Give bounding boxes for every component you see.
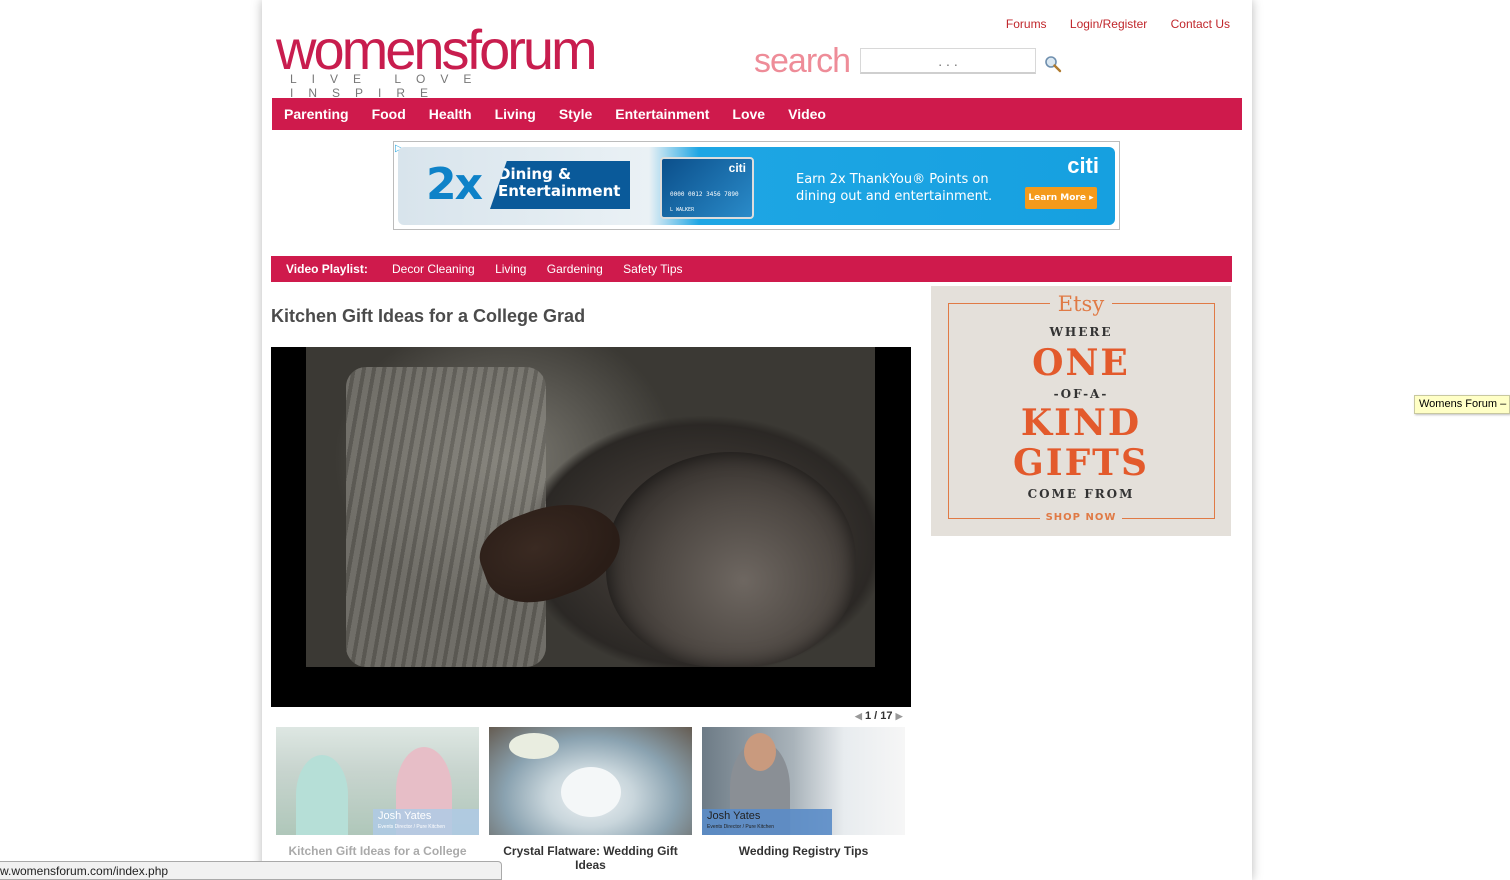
logo-wordmark: womensforum (276, 18, 598, 81)
logo-tagline: LIVE LOVE INSPIRE (290, 72, 487, 100)
thumbnail-caption: Kitchen Gift Ideas for a College (288, 844, 467, 858)
contact-us-link[interactable]: Contact Us (1171, 17, 1230, 31)
etsy-ad[interactable]: Etsy WHERE ONE -OF-A- KIND GIFTS COME FR… (931, 286, 1231, 536)
ad-copy-line2: dining out and entertainment. (796, 189, 993, 204)
credit-card-image: citi 0000 0012 3456 7890 L WALKER (660, 157, 754, 219)
video-pager: ◀ 1 / 17 ▶ (855, 710, 903, 722)
login-register-link[interactable]: Login/Register (1070, 17, 1147, 31)
thumbnail-image (489, 727, 692, 835)
learn-more-button[interactable]: Learn More ▸ (1025, 187, 1097, 209)
lower-third-name: Josh Yates (707, 810, 761, 822)
video-thumbnail-2[interactable]: Crystal Flatware: Wedding Gift Ideas (489, 727, 692, 872)
thumbnail-caption: Crystal Flatware: Wedding Gift Ideas (503, 844, 678, 872)
search-label: search (754, 42, 851, 80)
page-title: Kitchen Gift Ideas for a College Grad (271, 306, 586, 326)
video-frame (306, 347, 875, 667)
etsy-shop-now-button[interactable]: SHOP NOW (931, 512, 1231, 523)
nav-love[interactable]: Love (732, 98, 765, 130)
thumbnail-flowers (509, 733, 559, 759)
thumbnail-image: Josh Yates Events Director / Pure Kitche… (276, 727, 479, 835)
thumbnail-plate (561, 767, 621, 817)
citi-logo: citi (1067, 153, 1099, 178)
etsy-logo: Etsy (931, 292, 1231, 316)
video-playlist-bar: Video Playlist: Decor Cleaning Living Ga… (271, 256, 1232, 282)
prev-arrow-icon[interactable]: ◀ (855, 711, 862, 721)
video-bowl (606, 452, 856, 667)
main-nav: Parenting Food Health Living Style Enter… (272, 98, 1242, 130)
etsy-line-gifts: GIFTS (1013, 442, 1149, 484)
browser-status-bar: w.womensforum.com/index.php (0, 861, 502, 880)
playlist-items: Decor Cleaning Living Gardening Safety T… (392, 256, 700, 282)
nav-living[interactable]: Living (495, 98, 536, 130)
nav-parenting[interactable]: Parenting (284, 98, 349, 130)
thumbnail-lower-third: Josh Yates Events Director / Pure Kitche… (702, 809, 832, 835)
thumbnail-face (744, 733, 776, 771)
ad-headline-line1: Dining & (498, 165, 572, 183)
etsy-line-where: WHERE (1049, 325, 1113, 339)
card-name: L WALKER (670, 207, 695, 213)
nav-video[interactable]: Video (788, 98, 826, 130)
playlist-label: Video Playlist: (286, 262, 368, 276)
thumbnail-person-left (296, 755, 348, 835)
nav-food[interactable]: Food (372, 98, 406, 130)
ad-copy: Earn 2x ThankYou® Points on dining out a… (796, 171, 992, 205)
thumbnail-lower-third: Josh Yates Events Director / Pure Kitche… (373, 809, 479, 835)
search-input[interactable] (860, 48, 1036, 74)
etsy-line-come-from: COME FROM (1027, 487, 1135, 501)
nav-entertainment[interactable]: Entertainment (615, 98, 709, 130)
forums-link[interactable]: Forums (1006, 17, 1047, 31)
playlist-decor-cleaning[interactable]: Decor Cleaning (392, 262, 475, 276)
card-brand: citi (728, 161, 746, 175)
next-arrow-icon[interactable]: ▶ (896, 711, 903, 721)
lower-third-name: Josh Yates (378, 810, 432, 822)
etsy-line-of-a: -OF-A- (1053, 387, 1109, 401)
video-player[interactable] (271, 347, 911, 707)
playlist-living[interactable]: Living (495, 262, 526, 276)
etsy-line-one: ONE (1032, 342, 1130, 384)
site-logo[interactable]: womensforum LIVE LOVE INSPIRE (276, 8, 598, 101)
pager-count: 1 / 17 (864, 710, 893, 722)
video-thumbnail-3[interactable]: Josh Yates Events Director / Pure Kitche… (702, 727, 905, 858)
etsy-line-kind: KIND (1020, 402, 1142, 444)
nav-style[interactable]: Style (559, 98, 592, 130)
browser-tooltip: Womens Forum – (1414, 395, 1510, 414)
ad-headline-line2: Entertainment (498, 182, 621, 200)
playlist-safety-tips[interactable]: Safety Tips (623, 262, 682, 276)
playlist-gardening[interactable]: Gardening (547, 262, 603, 276)
search-icon[interactable] (1044, 55, 1062, 73)
card-number: 0000 0012 3456 7890 (670, 191, 739, 198)
lower-third-sub: Events Director / Pure Kitchen (378, 824, 445, 830)
video-thumbnail-1[interactable]: Josh Yates Events Director / Pure Kitche… (276, 727, 479, 858)
ad-headline: Dining & Entertainment (490, 161, 630, 209)
nav-health[interactable]: Health (429, 98, 472, 130)
citi-ad-banner[interactable]: ▷ 2x Dining & Entertainment citi 0000 00… (393, 141, 1120, 230)
lower-third-sub: Events Director / Pure Kitchen (707, 824, 774, 830)
top-links: Forums Login/Register Contact Us (986, 17, 1230, 31)
thumbnail-caption: Wedding Registry Tips (738, 844, 869, 858)
ad-2x-text: 2x (426, 159, 483, 210)
page-container: womensforum LIVE LOVE INSPIRE Forums Log… (262, 0, 1252, 880)
thumbnail-image: Josh Yates Events Director / Pure Kitche… (702, 727, 905, 835)
ad-creative: 2x Dining & Entertainment citi 0000 0012… (398, 147, 1115, 225)
ad-copy-line1: Earn 2x ThankYou® Points on (796, 172, 989, 187)
